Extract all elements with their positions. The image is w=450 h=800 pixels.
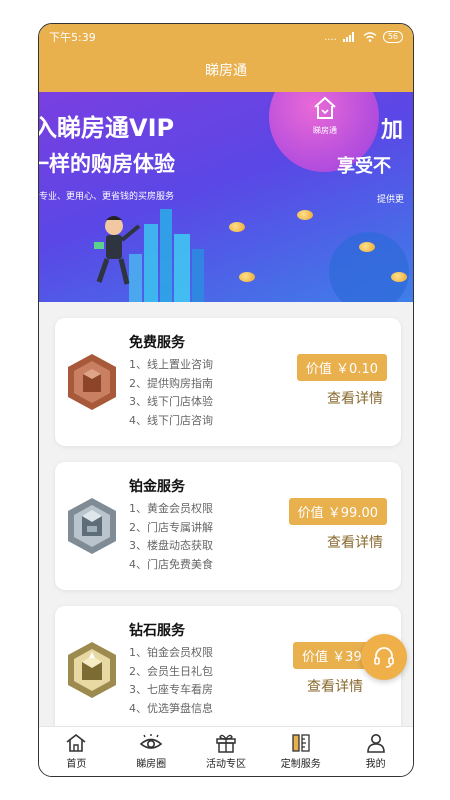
tab-label: 我的 bbox=[365, 759, 386, 770]
service-title: 钻石服务 bbox=[129, 623, 185, 639]
signal-dots: .... bbox=[324, 31, 337, 43]
tab-view-circle[interactable]: 睇房圈 bbox=[114, 727, 189, 776]
service-item: 4、优选笋盘信息 bbox=[129, 701, 213, 715]
house-logo-icon bbox=[314, 96, 336, 119]
service-items: 1、黄金会员权限 2、门店专属讲解 3、楼盘动态获取 4、门店免费美食 bbox=[129, 500, 213, 574]
banner-headline-next: 加 bbox=[381, 118, 404, 143]
coin-decor bbox=[229, 222, 245, 232]
home-icon bbox=[66, 733, 86, 752]
price-button[interactable]: 价值 ￥99.00 bbox=[288, 498, 387, 525]
tab-home[interactable]: 首页 bbox=[39, 727, 114, 776]
view-details-link[interactable]: 查看详情 bbox=[307, 676, 363, 696]
service-title: 铂金服务 bbox=[129, 479, 185, 495]
customer-service-button[interactable] bbox=[361, 634, 407, 680]
tab-label: 睇房圈 bbox=[136, 759, 167, 770]
service-item: 3、线下门店体验 bbox=[129, 395, 213, 408]
page-title: 睇房通 bbox=[205, 63, 247, 79]
user-icon bbox=[366, 734, 385, 753]
tab-custom-service[interactable]: 定制服务 bbox=[263, 727, 338, 776]
service-items: 1、线上置业咨询 2、提供购房指南 3、线下门店体验 4、线下门店咨询 bbox=[129, 356, 213, 430]
service-list[interactable]: 免费服务 1、线上置业咨询 2、提供购房指南 3、线下门店体验 4、线下门店咨询… bbox=[39, 302, 413, 728]
city-illustration bbox=[94, 209, 204, 302]
service-item: 3、七座专车看房 bbox=[129, 683, 213, 696]
headset-icon bbox=[374, 647, 394, 668]
service-item: 1、铂金会员权限 bbox=[129, 646, 213, 659]
gift-icon bbox=[216, 734, 236, 753]
banner-headline: 入睇房通VIP bbox=[39, 114, 175, 142]
tab-mine[interactable]: 我的 bbox=[338, 727, 413, 776]
bottom-tab-bar: 首页 睇房圈 活动专区 定制服务 我的 bbox=[39, 726, 413, 776]
banner-tagline-next: 提供更 bbox=[377, 195, 405, 205]
coin-decor bbox=[391, 272, 407, 282]
price-button[interactable]: 价值 ￥0.10 bbox=[296, 354, 387, 381]
brand-logo: 睇房通 bbox=[303, 96, 347, 136]
service-item: 4、线下门店咨询 bbox=[129, 413, 213, 427]
view-details-link[interactable]: 查看详情 bbox=[327, 532, 383, 552]
logo-text: 睇房通 bbox=[313, 126, 337, 135]
eye-icon bbox=[139, 734, 163, 749]
service-card-diamond[interactable]: 钻石服务 1、铂金会员权限 2、会员生日礼包 3、七座专车看房 4、优选笋盘信息… bbox=[55, 606, 401, 728]
ruler-icon bbox=[292, 734, 310, 752]
vip-banner[interactable]: 入睇房通VIP 不一样的购房体验 专业、更用心、更省钱的买房服务 加 享受不 提… bbox=[39, 92, 413, 302]
tab-label: 定制服务 bbox=[280, 759, 321, 770]
coin-decor bbox=[239, 272, 255, 282]
service-item: 1、黄金会员权限 bbox=[129, 502, 213, 515]
coin-decor bbox=[359, 242, 375, 252]
service-item: 4、门店免费美食 bbox=[129, 557, 213, 571]
banner-subline-next: 享受不 bbox=[337, 156, 391, 177]
battery-indicator: 56 bbox=[382, 31, 403, 43]
service-card-free[interactable]: 免费服务 1、线上置业咨询 2、提供购房指南 3、线下门店体验 4、线下门店咨询… bbox=[55, 318, 401, 446]
coin-decor bbox=[297, 210, 313, 220]
status-time: 下午5:39 bbox=[49, 31, 96, 44]
phone-frame: 下午5:39 .... 56 睇房通 入睇房通VIP 不一样的购房体验 专业、更… bbox=[38, 23, 414, 777]
signal-icon bbox=[342, 32, 354, 42]
bronze-badge-icon bbox=[68, 354, 116, 410]
service-item: 1、线上置业咨询 bbox=[129, 358, 213, 371]
banner-subline: 不一样的购房体验 bbox=[39, 152, 175, 176]
status-bar: 下午5:39 .... 56 bbox=[39, 24, 413, 50]
tab-activities[interactable]: 活动专区 bbox=[189, 727, 264, 776]
status-indicators: .... 56 bbox=[324, 31, 403, 43]
tab-label: 首页 bbox=[66, 759, 87, 770]
tab-label: 活动专区 bbox=[205, 759, 246, 770]
service-title: 免费服务 bbox=[129, 335, 185, 351]
service-item: 2、会员生日礼包 bbox=[129, 664, 213, 678]
service-item: 2、门店专属讲解 bbox=[129, 520, 213, 534]
wifi-icon bbox=[363, 32, 377, 42]
service-item: 3、楼盘动态获取 bbox=[129, 539, 213, 552]
banner-tagline: 专业、更用心、更省钱的买房服务 bbox=[39, 192, 175, 202]
platinum-badge-icon bbox=[68, 498, 116, 554]
view-details-link[interactable]: 查看详情 bbox=[327, 388, 383, 408]
service-item: 2、提供购房指南 bbox=[129, 376, 213, 390]
diamond-badge-icon bbox=[68, 642, 116, 698]
service-card-platinum[interactable]: 铂金服务 1、黄金会员权限 2、门店专属讲解 3、楼盘动态获取 4、门店免费美食… bbox=[55, 462, 401, 590]
service-items: 1、铂金会员权限 2、会员生日礼包 3、七座专车看房 4、优选笋盘信息 bbox=[129, 644, 213, 718]
